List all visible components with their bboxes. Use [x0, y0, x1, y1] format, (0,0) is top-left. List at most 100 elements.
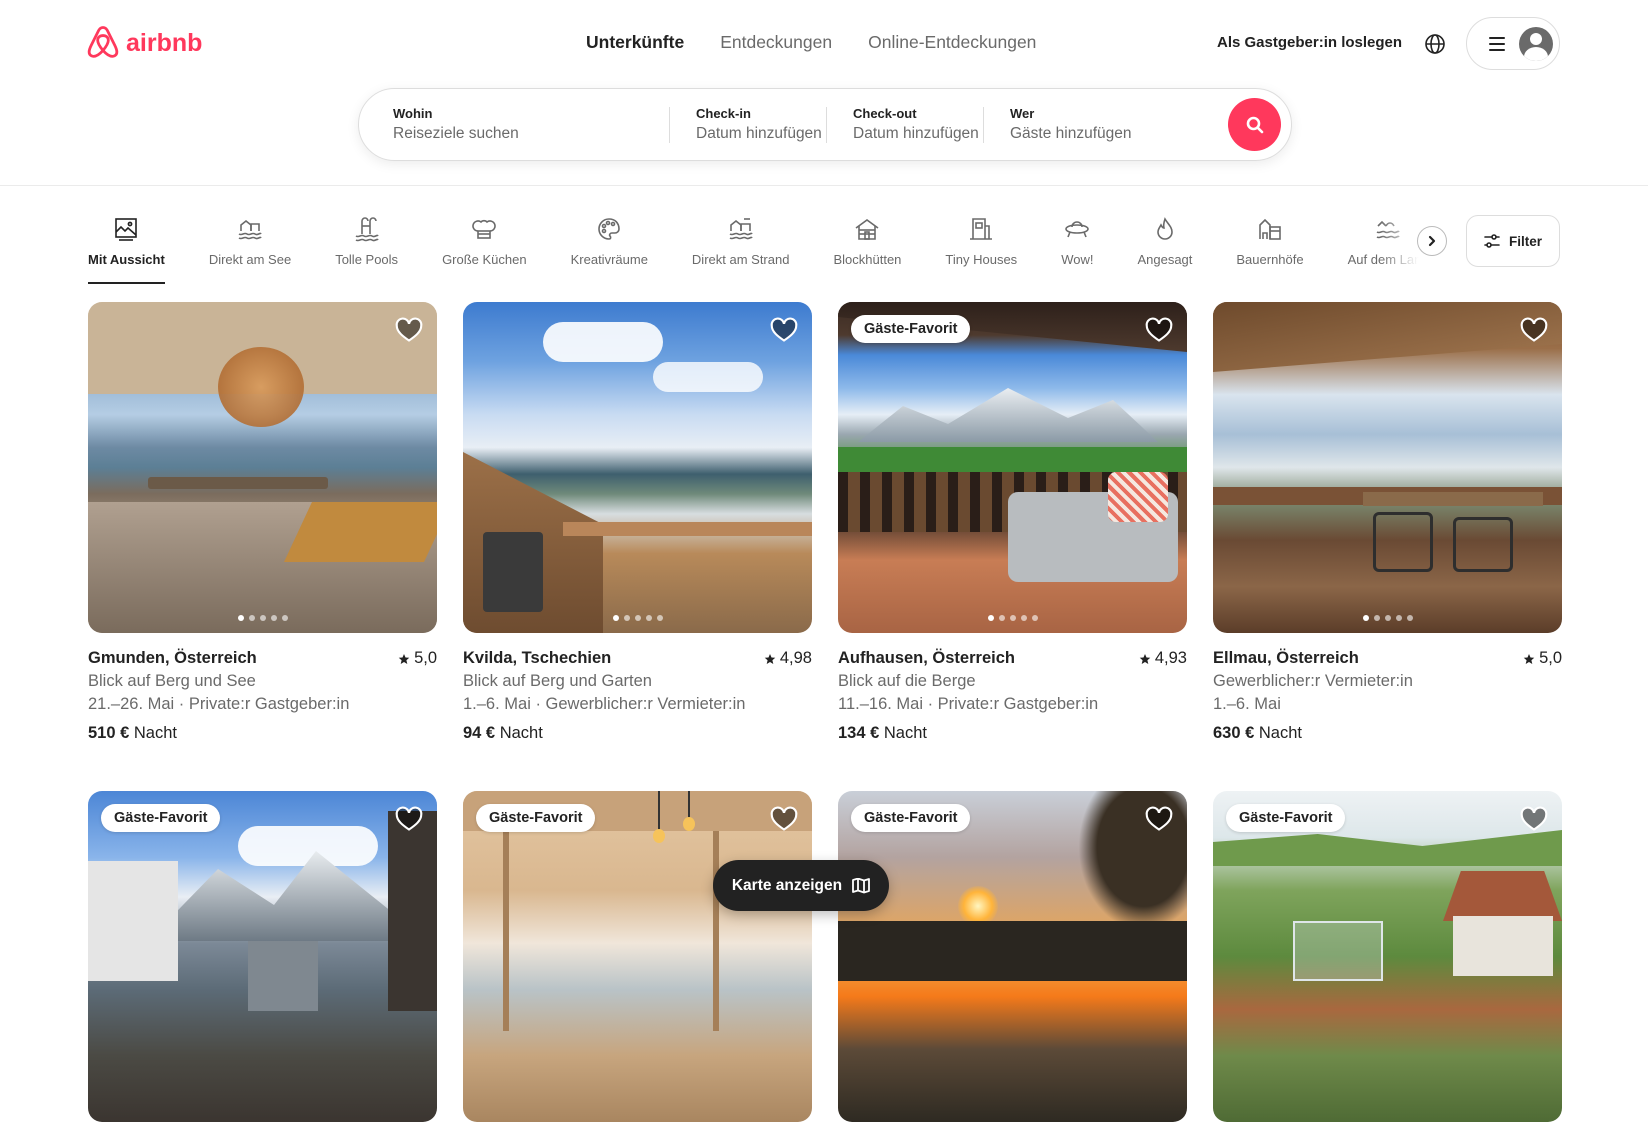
listing-card[interactable]: Gäste-Favorit — [1213, 791, 1562, 1122]
search-guests-field[interactable]: Wer Gäste hinzufügen — [984, 89, 1232, 160]
listing-card[interactable]: Gäste-Favorit Aufhausen, Österreich 4,93… — [838, 302, 1187, 745]
airbnb-logo[interactable]: airbnb — [86, 24, 202, 62]
search-checkout-field[interactable]: Check-out Datum hinzufügen — [827, 89, 983, 160]
star-icon — [398, 653, 410, 664]
become-host-link[interactable]: Als Gastgeber:in loslegen — [1217, 34, 1402, 51]
listing-photo[interactable]: Gäste-Favorit — [838, 302, 1187, 633]
heart-icon[interactable] — [770, 316, 798, 344]
search-checkin-field[interactable]: Check-in Datum hinzufügen — [670, 89, 826, 160]
listing-price-unit: Nacht — [883, 724, 927, 742]
category-label: Blockhütten — [833, 252, 902, 267]
nav-tab-entdeckungen[interactable]: Entdeckungen — [720, 32, 832, 53]
search-where-label: Wohin — [393, 106, 433, 121]
listing-rating-value: 5,0 — [414, 649, 437, 667]
heart-icon[interactable] — [770, 805, 798, 833]
search-button[interactable] — [1228, 98, 1281, 151]
show-map-button[interactable]: Karte anzeigen — [713, 860, 889, 911]
photo-carousel-dots — [612, 615, 663, 621]
listing-photo[interactable]: Gäste-Favorit — [838, 791, 1187, 1122]
listing-description: Gewerblicher:r Vermieter:in — [1213, 672, 1413, 690]
listing-price-unit: Nacht — [133, 724, 177, 742]
guest-favorite-badge: Gäste-Favorit — [851, 804, 971, 832]
search-guests-label: Wer — [1010, 106, 1035, 121]
listing-dates: 1.–6. Mai · Gewerblicher:r Vermieter:in — [463, 695, 746, 713]
listing-photo[interactable] — [1213, 302, 1562, 633]
hamburger-menu-icon — [1489, 36, 1505, 51]
listing-description: Blick auf Berg und Garten — [463, 672, 652, 690]
listing-card[interactable]: Gäste-Favorit — [463, 791, 812, 1122]
heart-icon[interactable] — [395, 316, 423, 344]
listing-photo[interactable] — [88, 302, 437, 633]
brand-name: airbnb — [126, 28, 203, 57]
listing-price-amount: 134 € — [838, 724, 880, 742]
farm-icon — [1259, 218, 1281, 240]
star-icon — [1139, 653, 1151, 664]
listing-dates: 11.–16. Mai · Private:r Gastgeber:in — [838, 695, 1099, 713]
show-map-label: Karte anzeigen — [731, 876, 843, 894]
filter-label: Filter — [1508, 233, 1542, 249]
category-wow[interactable]: Wow! — [1039, 214, 1115, 284]
view-icon — [115, 218, 138, 241]
sliders-icon — [1484, 234, 1500, 248]
category-label: Wow! — [1061, 252, 1094, 267]
guest-favorite-badge: Gäste-Favorit — [851, 315, 971, 343]
heart-icon[interactable] — [1520, 316, 1548, 344]
category-tiny-houses[interactable]: Tiny Houses — [923, 214, 1039, 284]
pool-icon — [355, 217, 379, 242]
tiny-house-icon — [970, 218, 993, 240]
category-blockhuetten[interactable]: Blockhütten — [811, 214, 923, 284]
category-kreativraeume[interactable]: Kreativräume — [549, 214, 670, 284]
category-mit-ausicht[interactable]: Mit Aussicht — [88, 214, 187, 284]
star-icon — [1523, 653, 1535, 664]
main-nav: Unterkünfte Entdeckungen Online-Entdecku… — [586, 32, 1036, 53]
category-label: Tiny Houses — [945, 252, 1018, 267]
search-where-input[interactable]: Reiseziele suchen — [393, 125, 669, 143]
category-angesagt[interactable]: Angesagt — [1115, 214, 1214, 284]
heart-icon[interactable] — [1145, 805, 1173, 833]
photo-carousel-dots — [1362, 615, 1413, 621]
listing-photo[interactable]: Gäste-Favorit — [1213, 791, 1562, 1122]
category-label: Bauernhöfe — [1236, 252, 1304, 267]
globe-icon[interactable] — [1423, 32, 1447, 56]
listing-card[interactable]: Gmunden, Österreich 5,0 Blick auf Berg u… — [88, 302, 437, 745]
listing-rating-value: 5,0 — [1539, 649, 1562, 667]
listing-photo[interactable]: Gäste-Favorit — [463, 791, 812, 1122]
heart-icon[interactable] — [1145, 316, 1173, 344]
listing-price-unit: Nacht — [499, 724, 543, 742]
category-direkt-am-see[interactable]: Direkt am See — [187, 214, 313, 284]
nav-tab-unterkuenfte[interactable]: Unterkünfte — [586, 32, 684, 53]
listing-rating: 5,0 — [1523, 647, 1562, 670]
listing-photo[interactable]: Gäste-Favorit — [88, 791, 437, 1122]
star-icon — [764, 653, 776, 664]
listing-card[interactable]: Gäste-Favorit — [838, 791, 1187, 1122]
nav-tab-online-entdeckungen[interactable]: Online-Entdeckungen — [868, 32, 1036, 53]
listing-rating-value: 4,98 — [779, 649, 812, 667]
search-checkout-label: Check-out — [853, 106, 917, 121]
search-guests-input[interactable]: Gäste hinzufügen — [1010, 125, 1232, 143]
listing-description: Blick auf Berg und See — [88, 672, 256, 690]
search-where-field[interactable]: Wohin Reiseziele suchen — [359, 89, 669, 160]
lake-icon — [238, 219, 262, 240]
category-scroll-next-button[interactable] — [1417, 226, 1447, 256]
category-bauernhoefe[interactable]: Bauernhöfe — [1214, 214, 1325, 284]
listing-card[interactable]: Kvilda, Tschechien 4,98 Blick auf Berg u… — [463, 302, 812, 745]
listing-dates: 1.–6. Mai — [1213, 695, 1281, 713]
category-grosse-kuechen[interactable]: Große Küchen — [420, 214, 549, 284]
user-menu-button[interactable] — [1466, 17, 1560, 70]
photo-carousel-dots — [237, 615, 288, 621]
category-tolle-pools[interactable]: Tolle Pools — [313, 214, 420, 284]
heart-icon[interactable] — [1520, 805, 1548, 833]
search-checkin-input[interactable]: Datum hinzufügen — [696, 125, 826, 143]
category-label: Mit Aussicht — [88, 252, 165, 267]
listing-card[interactable]: Ellmau, Österreich 5,0 Gewerblicher:r Ve… — [1213, 302, 1562, 745]
heart-icon[interactable] — [395, 805, 423, 833]
user-avatar-icon — [1519, 26, 1553, 61]
search-checkout-input[interactable]: Datum hinzufügen — [853, 125, 983, 143]
category-direkt-am-strand[interactable]: Direkt am Strand — [670, 214, 812, 284]
listing-photo[interactable] — [463, 302, 812, 633]
map-icon — [852, 877, 871, 893]
category-label: Große Küchen — [442, 252, 527, 267]
listing-card[interactable]: Gäste-Favorit — [88, 791, 437, 1122]
filter-button[interactable]: Filter — [1466, 215, 1560, 267]
listing-price-amount: 630 € — [1213, 724, 1255, 742]
